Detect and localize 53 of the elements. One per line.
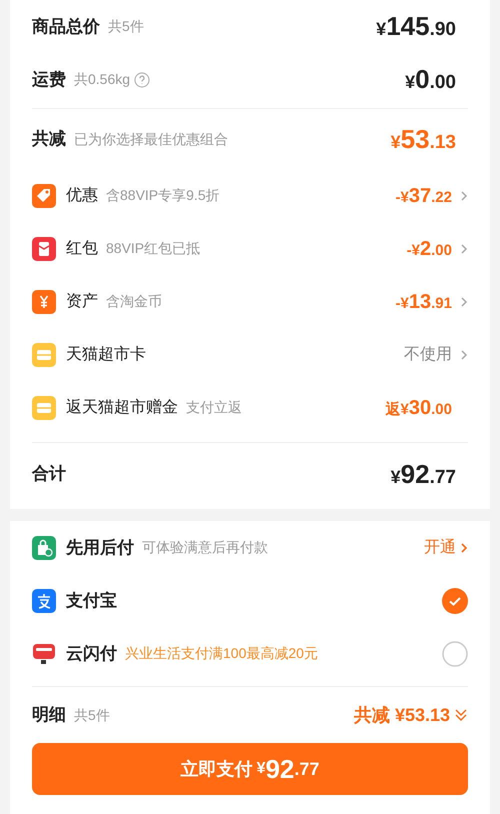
discount-amount: -¥2.00 [406, 236, 452, 262]
payment-label: 支付宝 [66, 590, 117, 612]
row-label: 天猫超市卡 [66, 344, 146, 364]
payment-note: 可体验满意后再付款 [142, 538, 268, 557]
price-amount: ¥0.00 [405, 63, 456, 96]
card-icon [32, 396, 56, 420]
row-label: 返天猫超市赠金 [66, 398, 178, 418]
row-note: 含淘金币 [106, 292, 162, 311]
radio-unchecked[interactable] [442, 640, 468, 666]
row-note: 共0.56kg [74, 70, 130, 89]
row-label: 红包 [66, 238, 98, 258]
discount-row[interactable]: 优惠 含88VIP专享9.5折 -¥37.22 [32, 169, 468, 222]
row-label: 资产 [66, 292, 98, 312]
chevron-right-icon [460, 542, 468, 554]
row-label: 优惠 [66, 186, 98, 206]
row-label: 商品总价 [32, 16, 100, 38]
payment-option[interactable]: 云闪付 兴业生活支付满100最高减20元 [32, 627, 468, 680]
shopping-bag-icon [32, 536, 56, 560]
payment-label: 云闪付 [66, 642, 117, 665]
row-label: 运费 [32, 68, 66, 91]
price-amount: ¥145.90 [376, 10, 456, 43]
detail-label: 明细 [32, 704, 66, 726]
discount-amount: -¥37.22 [396, 184, 452, 208]
double-chevron-down-icon[interactable] [454, 708, 468, 722]
row-note: 共5件 [108, 17, 144, 36]
discount-row[interactable]: 红包 88VIP红包已抵 -¥2.00 [32, 222, 468, 275]
card-icon [32, 342, 56, 366]
payment-label: 先用后付 [66, 536, 134, 559]
yen-icon [32, 290, 56, 314]
payment-note: 兴业生活支付满100最高减20元 [125, 644, 318, 663]
discount-row[interactable]: 天猫超市卡 不使用 [32, 328, 468, 381]
payment-option[interactable]: 先用后付 可体验满意后再付款 开通 [32, 521, 468, 574]
discount-row[interactable]: 返天猫超市赠金 支付立返 返¥30.00 [32, 381, 468, 434]
detail-note: 共5件 [74, 706, 110, 724]
discount-amount: 返¥30.00 [386, 396, 452, 420]
row-note: 已为你选择最佳优惠组合 [74, 130, 228, 148]
radio-checked[interactable] [442, 588, 468, 614]
value-text: 不使用 [404, 344, 452, 364]
payment-logo-icon [32, 642, 56, 666]
row-note: 含88VIP专享9.5折 [106, 186, 220, 205]
row-label: 合计 [32, 463, 66, 486]
discount-row[interactable]: 资产 含淘金币 -¥13.91 [32, 275, 468, 328]
envelope-icon [32, 236, 56, 260]
total-amount: ¥92.77 [390, 458, 456, 490]
payment-option[interactable]: 支付宝 [32, 574, 468, 627]
row-note: 支付立返 [186, 398, 242, 417]
discount-amount: -¥13.91 [396, 290, 452, 314]
tag-icon [32, 184, 56, 208]
row-label: 共减 [32, 128, 66, 150]
help-icon[interactable] [134, 72, 150, 88]
discount-amount: ¥53.13 [390, 122, 456, 156]
payment-logo-icon [32, 588, 56, 612]
row-note: 88VIP红包已抵 [106, 239, 200, 258]
